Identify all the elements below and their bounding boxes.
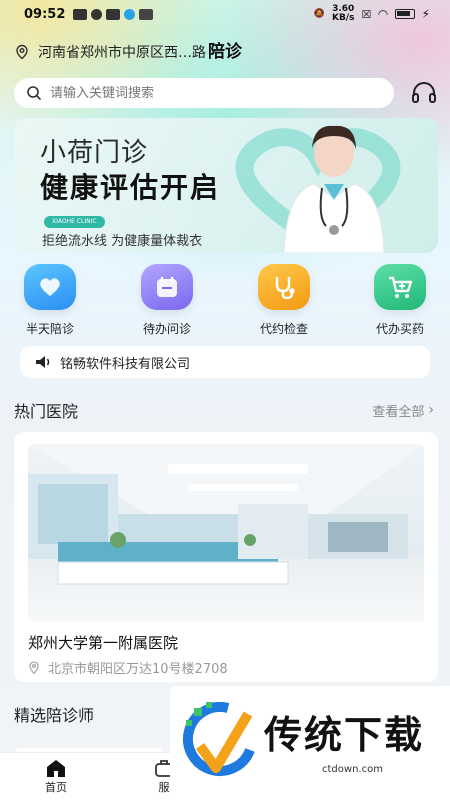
banner-line2: 健康评估开启 — [40, 171, 221, 204]
notice-text: 铭畅软件科技有限公司 — [60, 356, 191, 372]
search-input[interactable] — [50, 85, 350, 101]
location-text: 河南省郑州市中原区西…路 — [38, 45, 206, 61]
watermark-ad: 传统下载 ctdown.com — [170, 686, 450, 800]
ad-url: ctdown.com — [322, 764, 383, 775]
wifi-icon: ◠ — [378, 7, 388, 21]
service-consultation[interactable]: 待办问诊 — [127, 264, 207, 337]
location-pin-icon — [29, 660, 39, 674]
mail-icon — [139, 8, 154, 20]
service-buy-medicine[interactable]: 代办买药 — [360, 264, 440, 337]
notice-bar[interactable]: 铭畅软件科技有限公司 — [20, 346, 430, 378]
telegram-icon — [124, 8, 136, 20]
doctor-illustration — [283, 125, 385, 253]
view-all-link[interactable]: 查看全部 › — [372, 401, 434, 420]
app-notification-icon — [91, 8, 103, 20]
hospital-address: 北京市朝阳区万达10号楼2708 — [28, 658, 228, 677]
search-row — [14, 78, 438, 108]
battery-icon — [394, 9, 415, 19]
banner-badge: XIAOHE CLINIC — [44, 216, 105, 228]
hospital-name: 郑州大学第一附属医院 — [28, 634, 179, 652]
section-title: 热门医院 — [14, 402, 79, 421]
tab-label: 首页 — [45, 781, 67, 794]
hot-hospitals-header: 热门医院 查看全部 › — [14, 398, 434, 422]
view-all-label: 查看全部 — [372, 404, 425, 420]
mute-icon: 🔕 — [313, 9, 325, 19]
hospital-card[interactable]: 郑州大学第一附属医院 北京市朝阳区万达10号楼2708 — [14, 432, 438, 682]
search-icon — [27, 86, 41, 100]
stethoscope-icon — [258, 264, 310, 310]
calendar-icon — [141, 264, 193, 310]
banner-line1: 小荷门诊 — [40, 138, 149, 168]
service-checkup[interactable]: 代约检查 — [244, 264, 324, 337]
banner-subtitle: 拒绝流水线 为健康量体裁衣 — [42, 234, 203, 249]
app-notification-icon — [106, 8, 121, 20]
heart-hands-icon — [24, 264, 76, 310]
status-indicators: 🔕 3.60 KB/s ☒ ◠ ⚡ — [314, 5, 430, 23]
service-half-day-escort[interactable]: 半天陪诊 — [10, 264, 90, 337]
tab-home[interactable]: 首页 — [26, 757, 86, 795]
home-icon — [26, 757, 86, 779]
search-box[interactable] — [14, 78, 394, 108]
sim-icon: ☒ — [361, 7, 372, 21]
headset-icon — [412, 82, 436, 103]
status-bar: 09:52 🔕 3.60 KB/s ☒ ◠ ⚡ — [0, 0, 450, 28]
location-selector[interactable]: 河南省郑州市中原区西…路 › — [14, 38, 434, 66]
speaker-icon — [36, 356, 50, 368]
chevron-right-icon: › — [210, 44, 216, 60]
ctdown-logo-icon — [183, 702, 255, 776]
service-grid: 半天陪诊 待办问诊 代约检查 代办买药 — [0, 264, 450, 344]
charging-icon: ⚡ — [421, 7, 430, 21]
hospital-address-text: 北京市朝阳区万达10号楼2708 — [48, 662, 228, 677]
service-label: 代办买药 — [375, 322, 424, 336]
cart-icon — [374, 264, 426, 310]
chevron-right-icon: › — [428, 402, 434, 418]
service-label: 代约检查 — [259, 322, 308, 336]
hospital-photo — [28, 444, 424, 622]
ad-title: 传统下载 — [264, 713, 425, 757]
net-speed: 3.60 KB/s — [331, 4, 355, 23]
customer-service-button[interactable] — [410, 79, 438, 107]
service-label: 待办问诊 — [142, 322, 191, 336]
app-notification-icon — [73, 8, 88, 20]
location-pin-icon — [16, 44, 28, 60]
promo-banner[interactable]: 小荷门诊 健康评估开启 XIAOHE CLINIC 拒绝流水线 为健康量体裁衣 — [14, 118, 438, 253]
service-label: 半天陪诊 — [25, 322, 74, 336]
status-time: 09:52 — [24, 6, 66, 22]
section-title: 精选陪诊师 — [14, 706, 95, 725]
